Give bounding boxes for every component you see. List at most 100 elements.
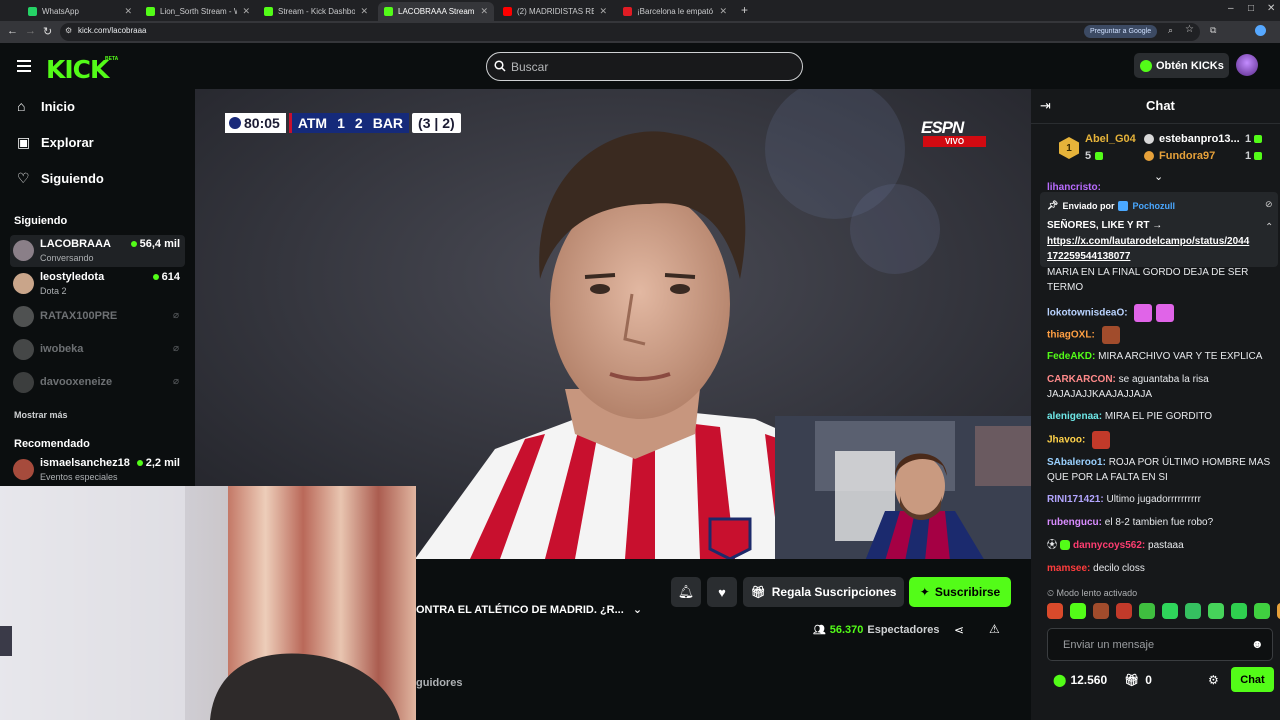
nav-item-inicio[interactable]: ⌂ Inicio xyxy=(17,98,75,114)
emote-icon[interactable] xyxy=(1254,603,1270,619)
sidebar-recommended-channel[interactable]: ismaelsanchez18 Eventos especiales 2,2 mil xyxy=(10,454,185,486)
chat-username[interactable]: rubengucu: xyxy=(1047,517,1102,528)
notification-button[interactable]: 🔔︎ xyxy=(671,577,701,607)
ask-google-label: Preguntar a Google xyxy=(1090,28,1152,35)
share-icon[interactable]: ⋖ xyxy=(954,623,964,637)
site-info-icon[interactable]: ⚙ xyxy=(65,26,72,35)
forward-icon[interactable]: → xyxy=(25,25,36,37)
zoom-icon[interactable]: ⌕ xyxy=(1168,25,1173,36)
close-tab-icon[interactable]: ✕ xyxy=(242,6,250,17)
back-icon[interactable]: ← xyxy=(7,25,18,37)
chat-username[interactable]: RINI171421: xyxy=(1047,494,1104,505)
chat-settings-icon[interactable]: ⚙ xyxy=(1208,673,1219,687)
chevron-down-icon[interactable]: ⌄ xyxy=(1154,170,1163,183)
chat-username[interactable]: alenigenaa: xyxy=(1047,411,1102,422)
user-avatar[interactable] xyxy=(1236,54,1258,76)
sidebar-channel[interactable]: davooxeneize ⌀ xyxy=(10,367,185,399)
sidebar-channel[interactable]: iwobeka ⌀ xyxy=(10,334,185,366)
extensions-icon[interactable]: ⧉ xyxy=(1210,25,1216,36)
collapse-pinned-icon[interactable]: ⌃ xyxy=(1265,222,1273,233)
channel-name: davooxeneize xyxy=(40,376,113,388)
emote-icon[interactable] xyxy=(1162,603,1178,619)
emote-icon[interactable] xyxy=(1093,603,1109,619)
reload-icon[interactable]: ↻ xyxy=(43,25,52,38)
close-tab-icon[interactable]: ✕ xyxy=(719,6,727,17)
avatar xyxy=(13,459,34,480)
emote-icon[interactable] xyxy=(1116,603,1132,619)
report-icon[interactable]: ⚠ xyxy=(989,622,1000,636)
collapse-chat-icon[interactable]: ⇥ xyxy=(1040,98,1051,114)
close-tab-icon[interactable]: ✕ xyxy=(599,6,607,17)
emote-icon[interactable] xyxy=(1231,603,1247,619)
chat-username[interactable]: dannycoys562: xyxy=(1073,540,1145,551)
tab-favicon-icon xyxy=(503,7,512,16)
subscribe-button[interactable]: ✦ Suscribirse xyxy=(909,577,1011,607)
viewer-number: 56.370 xyxy=(829,624,864,636)
emote-icon[interactable] xyxy=(1047,603,1063,619)
sidebar-channel[interactable]: leostyledota Dota 2 614 xyxy=(10,268,185,300)
browser-tab[interactable]: ¡Barcelona le empató la serie a ✕ xyxy=(617,2,733,21)
get-kicks-button[interactable]: Obtén KICKs xyxy=(1134,53,1229,78)
chat-username[interactable]: FedeAKD: xyxy=(1047,351,1095,362)
minimize-icon[interactable]: – xyxy=(1228,3,1234,14)
chat-username[interactable]: lokotownisdeaO: xyxy=(1047,308,1128,319)
leaderboard-user[interactable]: Abel_G04 xyxy=(1085,133,1136,145)
browser-tab-bar: WhatsApp✕Lion_Sorth Stream - Watch Liv✕S… xyxy=(0,0,1280,21)
menu-icon[interactable] xyxy=(17,60,31,72)
chat-username[interactable]: mamsee: xyxy=(1047,563,1090,574)
emoji-picker-icon[interactable]: ☻ xyxy=(1251,637,1264,651)
sidebar-channel[interactable]: LACOBRAAA Conversando 56,4 mil xyxy=(10,235,185,267)
ask-google-button[interactable]: Preguntar a Google xyxy=(1084,25,1158,38)
new-tab-icon[interactable]: + xyxy=(741,3,748,17)
unpin-icon[interactable]: ⊘ xyxy=(1265,199,1273,210)
sidebar-channel[interactable]: RATAX100PRE ⌀ xyxy=(10,301,185,333)
kicks-coin-icon xyxy=(1140,59,1152,72)
browser-tab[interactable]: Lion_Sorth Stream - Watch Liv ✕ xyxy=(140,2,256,21)
browser-tab[interactable]: (2) MADRIDISTAS REACCIO ✕ xyxy=(497,2,613,21)
channel-points[interactable]: ⬤ 12.560 xyxy=(1053,673,1107,687)
points-value: 12.560 xyxy=(1070,673,1108,687)
maximize-icon[interactable]: □ xyxy=(1248,3,1254,14)
nav-item-siguiendo[interactable]: ♡ Siguiendo xyxy=(17,170,104,187)
chevron-down-icon[interactable]: ⌄ xyxy=(633,604,642,616)
browser-tab[interactable]: LACOBRAAA Stream - Watc ✕ xyxy=(378,2,494,21)
chat-username[interactable]: SAbaleroo1: xyxy=(1047,457,1106,468)
nav-item-explorar[interactable]: ▣ Explorar xyxy=(17,134,94,151)
url-bar[interactable] xyxy=(60,23,1200,41)
send-chat-button[interactable]: Chat xyxy=(1231,667,1274,692)
gift-counter[interactable]: 🎁︎ 0 xyxy=(1124,673,1152,687)
browser-address-bar: ← → ↻ ⚙ kick.com/lacobraaa Preguntar a G… xyxy=(0,21,1280,43)
sub-badge-icon xyxy=(1060,540,1070,551)
browser-tab[interactable]: Stream - Kick Dashboard ✕ xyxy=(258,2,374,21)
emote-icon[interactable] xyxy=(1070,603,1086,619)
search-input[interactable]: Buscar xyxy=(486,52,803,81)
gift-icon xyxy=(1254,135,1262,143)
kick-logo[interactable]: KICK xyxy=(46,55,109,84)
chat-message: mamsee: decilo closs xyxy=(1047,561,1272,576)
users-icon: 👥︎ xyxy=(813,624,826,636)
browser-tab[interactable]: WhatsApp ✕ xyxy=(22,2,138,21)
chat-username[interactable]: Jhavoo: xyxy=(1047,435,1085,446)
follow-button[interactable]: ♥ xyxy=(707,577,737,607)
emote-icon[interactable] xyxy=(1185,603,1201,619)
camera-overlay xyxy=(0,486,416,720)
chat-message: RINI171421: Ultimo jugadorrrrrrrrrr xyxy=(1047,492,1272,507)
chat-message-input[interactable]: Enviar un mensaje ☻ xyxy=(1047,628,1273,661)
close-tab-icon[interactable]: ✕ xyxy=(360,6,368,17)
show-more-link[interactable]: Mostrar más xyxy=(14,410,68,420)
close-tab-icon[interactable]: ✕ xyxy=(480,6,488,17)
profile-avatar[interactable] xyxy=(1255,25,1266,36)
pinned-link[interactable]: https://x.com/lautarodelcampo/status/204… xyxy=(1047,234,1252,264)
chat-username[interactable]: CARKARCON: xyxy=(1047,374,1116,385)
gift-icon xyxy=(1095,152,1103,160)
leaderboard-user[interactable]: estebanpro13... xyxy=(1159,133,1240,145)
close-tab-icon[interactable]: ✕ xyxy=(124,6,132,17)
bookmark-star-icon[interactable]: ☆ xyxy=(1185,24,1194,35)
leaderboard-user[interactable]: Fundora97 xyxy=(1159,150,1215,162)
gift-subs-button[interactable]: 🎁︎ Regala Suscripciones xyxy=(743,577,904,607)
emote-icon[interactable] xyxy=(1139,603,1155,619)
chat-username[interactable]: thiagOXL: xyxy=(1047,330,1095,341)
chat-message: CARKARCON: se aguantaba la risa JAJAJAJJ… xyxy=(1047,372,1272,402)
close-window-icon[interactable]: ✕ xyxy=(1267,3,1275,14)
emote-icon[interactable] xyxy=(1208,603,1224,619)
